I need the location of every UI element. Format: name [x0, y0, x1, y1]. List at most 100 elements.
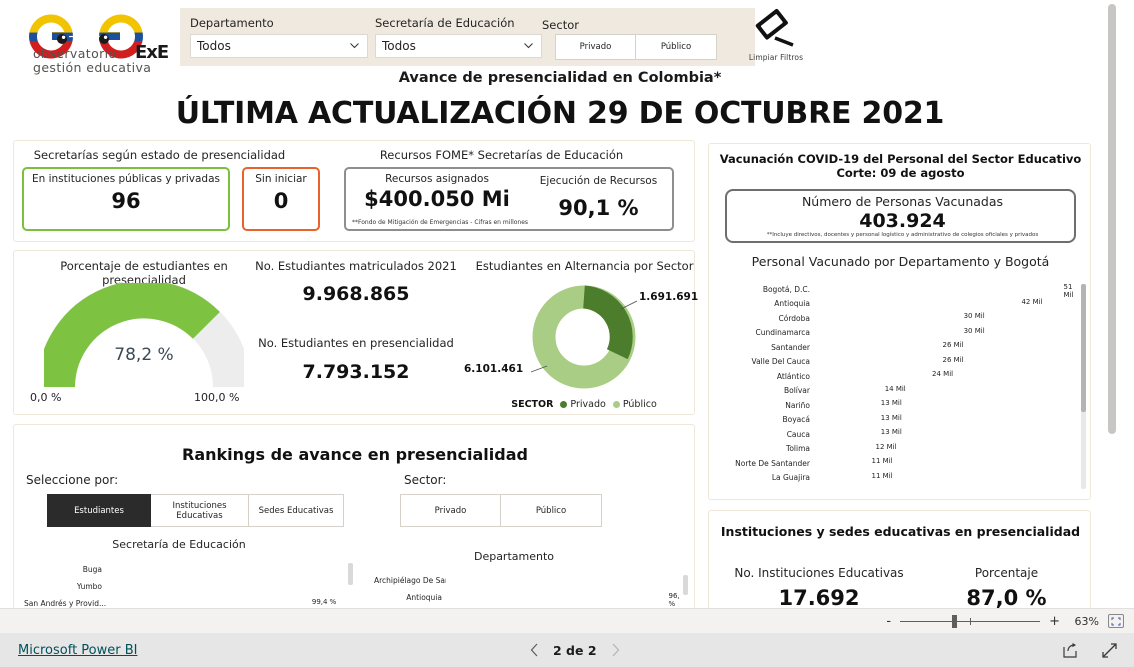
- legend-label-privado: Privado: [570, 399, 606, 410]
- bar-category: Tolima: [786, 444, 810, 453]
- legend-item-publico[interactable]: Público: [612, 399, 657, 410]
- zoom-slider-thumb[interactable]: [952, 614, 958, 628]
- table-row[interactable]: Cauca 13 Mil: [723, 427, 1078, 441]
- donut-legend: SECTOR Privado Público: [469, 399, 699, 410]
- filter-bar: Departamento Todos Secretaría de Educaci…: [180, 8, 755, 66]
- table-row[interactable]: Tolima 12 Mil: [723, 442, 1078, 456]
- ejecucion-caption: Ejecución de Recursos: [539, 175, 658, 187]
- table-row[interactable]: Atlántico 24 Mil: [723, 369, 1078, 383]
- bar-track: 51 Mil: [815, 283, 1078, 299]
- porcentaje-caption: Porcentaje: [974, 566, 1039, 580]
- chevron-right-icon[interactable]: [611, 643, 620, 657]
- bar-value: 12 Mil: [875, 442, 897, 451]
- table-row[interactable]: Antioquia 42 Mil: [723, 297, 1078, 311]
- page-title: ÚLTIMA ACTUALIZACIÓN 29 DE OCTUBRE 2021: [175, 96, 945, 131]
- vaccination-chart-scrollbar-thumb[interactable]: [1081, 284, 1086, 412]
- bar-category: Antioquia: [406, 592, 442, 602]
- zoom-slider[interactable]: [900, 614, 1041, 628]
- table-row[interactable]: Archipiélago De San... 99,4 %: [374, 573, 679, 587]
- secretaria-chart-scrollbar[interactable]: [348, 563, 353, 585]
- table-row[interactable]: Bolívar 14 Mil: [723, 384, 1078, 398]
- vaccination-bar-chart[interactable]: Bogotá, D.C. 51 Mil Antioquia 42 Mil Cór…: [723, 282, 1078, 490]
- table-row[interactable]: Nariño 13 Mil: [723, 398, 1078, 412]
- gauge-max-label: 100,0 %: [194, 391, 240, 404]
- table-row[interactable]: Córdoba 30 Mil: [723, 311, 1078, 325]
- vaccination-chart-scrollbar-track[interactable]: [1081, 284, 1086, 489]
- bar-track: 24 Mil: [815, 370, 1078, 382]
- bar-category: Cundinamarca: [755, 328, 810, 337]
- rank-tab-sedes-educativas[interactable]: Sedes Educativas: [249, 494, 344, 527]
- sector-filter-privado[interactable]: Privado: [555, 34, 636, 60]
- power-bi-report-viewer: observatorio gestión educativa ExE Depar…: [0, 0, 1134, 667]
- eraser-icon: [755, 8, 794, 47]
- fome-section-title: Recursos FOME* Secretarías de Educación: [379, 148, 624, 162]
- bar-category: Archipiélago De San...: [374, 575, 446, 585]
- vaccinated-count-box[interactable]: Número de Personas Vacunadas 403.924 **I…: [725, 189, 1076, 243]
- bar-track: 100,0 %: [106, 580, 344, 593]
- table-row[interactable]: La Guajira 11 Mil: [723, 471, 1078, 485]
- chevron-down-icon[interactable]: [523, 40, 534, 51]
- table-row[interactable]: Antioquia 96,8 %: [374, 590, 679, 608]
- table-row[interactable]: Santander 26 Mil: [723, 340, 1078, 354]
- rank-tab-estudiantes[interactable]: Estudiantes: [47, 494, 151, 527]
- instituciones-value: 17.692: [778, 586, 860, 610]
- secretaria-chart-title: Secretaría de Educación: [112, 538, 246, 551]
- institutions-card: Instituciones y sedes educativas en pres…: [708, 510, 1091, 615]
- bar-track: 13 Mil: [815, 414, 1078, 426]
- table-row[interactable]: Bogotá, D.C. 51 Mil: [723, 282, 1078, 299]
- students-overview-card: Porcentaje de estudiantes en presenciali…: [13, 250, 698, 415]
- secretarias-section-title: Secretarías según estado de presencialid…: [33, 148, 286, 162]
- recursos-asignados-caption: Recursos asignados: [385, 173, 489, 185]
- bar-category: Nariño: [785, 400, 810, 410]
- zoom-slider-tick: [970, 617, 972, 625]
- sector-filter-publico[interactable]: Público: [636, 34, 717, 60]
- table-row[interactable]: Cundinamarca 30 Mil: [723, 326, 1078, 340]
- secretaria-dropdown[interactable]: Todos: [375, 34, 542, 58]
- legend-swatch-privado: [560, 401, 568, 408]
- chevron-down-icon[interactable]: [349, 40, 360, 51]
- fullscreen-icon[interactable]: [1101, 642, 1118, 659]
- bar-category: Norte De Santander: [735, 458, 810, 468]
- share-icon[interactable]: [1062, 642, 1079, 659]
- table-row[interactable]: Boyacá 13 Mil: [723, 413, 1078, 427]
- presencialidad-gauge[interactable]: 78,2 %: [44, 283, 244, 395]
- departamento-dropdown[interactable]: Todos: [190, 34, 368, 58]
- alternancia-donut-chart[interactable]: 1.691.691 6.101.461: [464, 279, 699, 399]
- table-row[interactable]: Buga 100,0 %: [24, 562, 344, 576]
- matriculados-value: 9.968.865: [302, 283, 410, 305]
- bar-value: 13 Mil: [880, 413, 902, 422]
- report-subtitle: Avance de presencialidad en Colombia*: [398, 70, 722, 86]
- legend-item-privado[interactable]: Privado: [560, 399, 606, 410]
- bar-value: 100,0 %: [312, 580, 341, 589]
- table-row[interactable]: Valle Del Cauca 26 Mil: [723, 355, 1078, 369]
- bar-value: 13 Mil: [880, 399, 902, 407]
- rank-sector-publico[interactable]: Público: [501, 494, 602, 527]
- clear-filters-button[interactable]: Limpiar Filtros: [745, 8, 807, 70]
- gauge-value: 78,2 %: [114, 345, 174, 365]
- kpi-value: 96: [111, 189, 141, 213]
- zoom-out-button[interactable]: -: [886, 615, 891, 628]
- bar-value: 96,8 %: [668, 591, 680, 608]
- kpi-fome-card[interactable]: Recursos asignados $400.050 Mi Ejecución…: [344, 167, 674, 231]
- bar-track: 100,0 %: [106, 563, 344, 576]
- rank-tab-instituciones-educativas[interactable]: Instituciones Educativas: [151, 494, 249, 527]
- secretaria-ranking-chart[interactable]: Buga 100,0 % Yumbo 100,0 % San Andrés y …: [24, 562, 344, 613]
- sector-ranking-label: Sector:: [404, 473, 447, 487]
- fit-to-page-icon[interactable]: [1108, 614, 1124, 628]
- zoom-in-button[interactable]: +: [1049, 615, 1060, 628]
- bar-value: 24 Mil: [932, 370, 954, 378]
- table-row[interactable]: Yumbo 100,0 %: [24, 579, 344, 593]
- kpi-sin-iniciar[interactable]: Sin iniciar 0: [242, 167, 320, 231]
- power-bi-link[interactable]: Microsoft Power BI: [18, 643, 137, 658]
- bar-value: 30 Mil: [963, 312, 985, 320]
- bar-value: 26 Mil: [942, 341, 964, 349]
- rank-sector-privado[interactable]: Privado: [400, 494, 501, 527]
- chevron-left-icon[interactable]: [530, 643, 539, 657]
- table-row[interactable]: Norte De Santander 11 Mil: [723, 456, 1078, 470]
- departamento-chart-scrollbar[interactable]: [683, 575, 688, 595]
- bar-category: Bogotá, D.C.: [762, 284, 810, 294]
- kpi-instituciones-publicas-privadas[interactable]: En instituciones públicas y privadas 96: [22, 167, 230, 231]
- kpi-caption: Sin iniciar: [255, 173, 307, 185]
- report-page-scrollbar[interactable]: [1108, 4, 1116, 434]
- vaccination-card: Vacunación COVID-19 del Personal del Sec…: [708, 143, 1091, 500]
